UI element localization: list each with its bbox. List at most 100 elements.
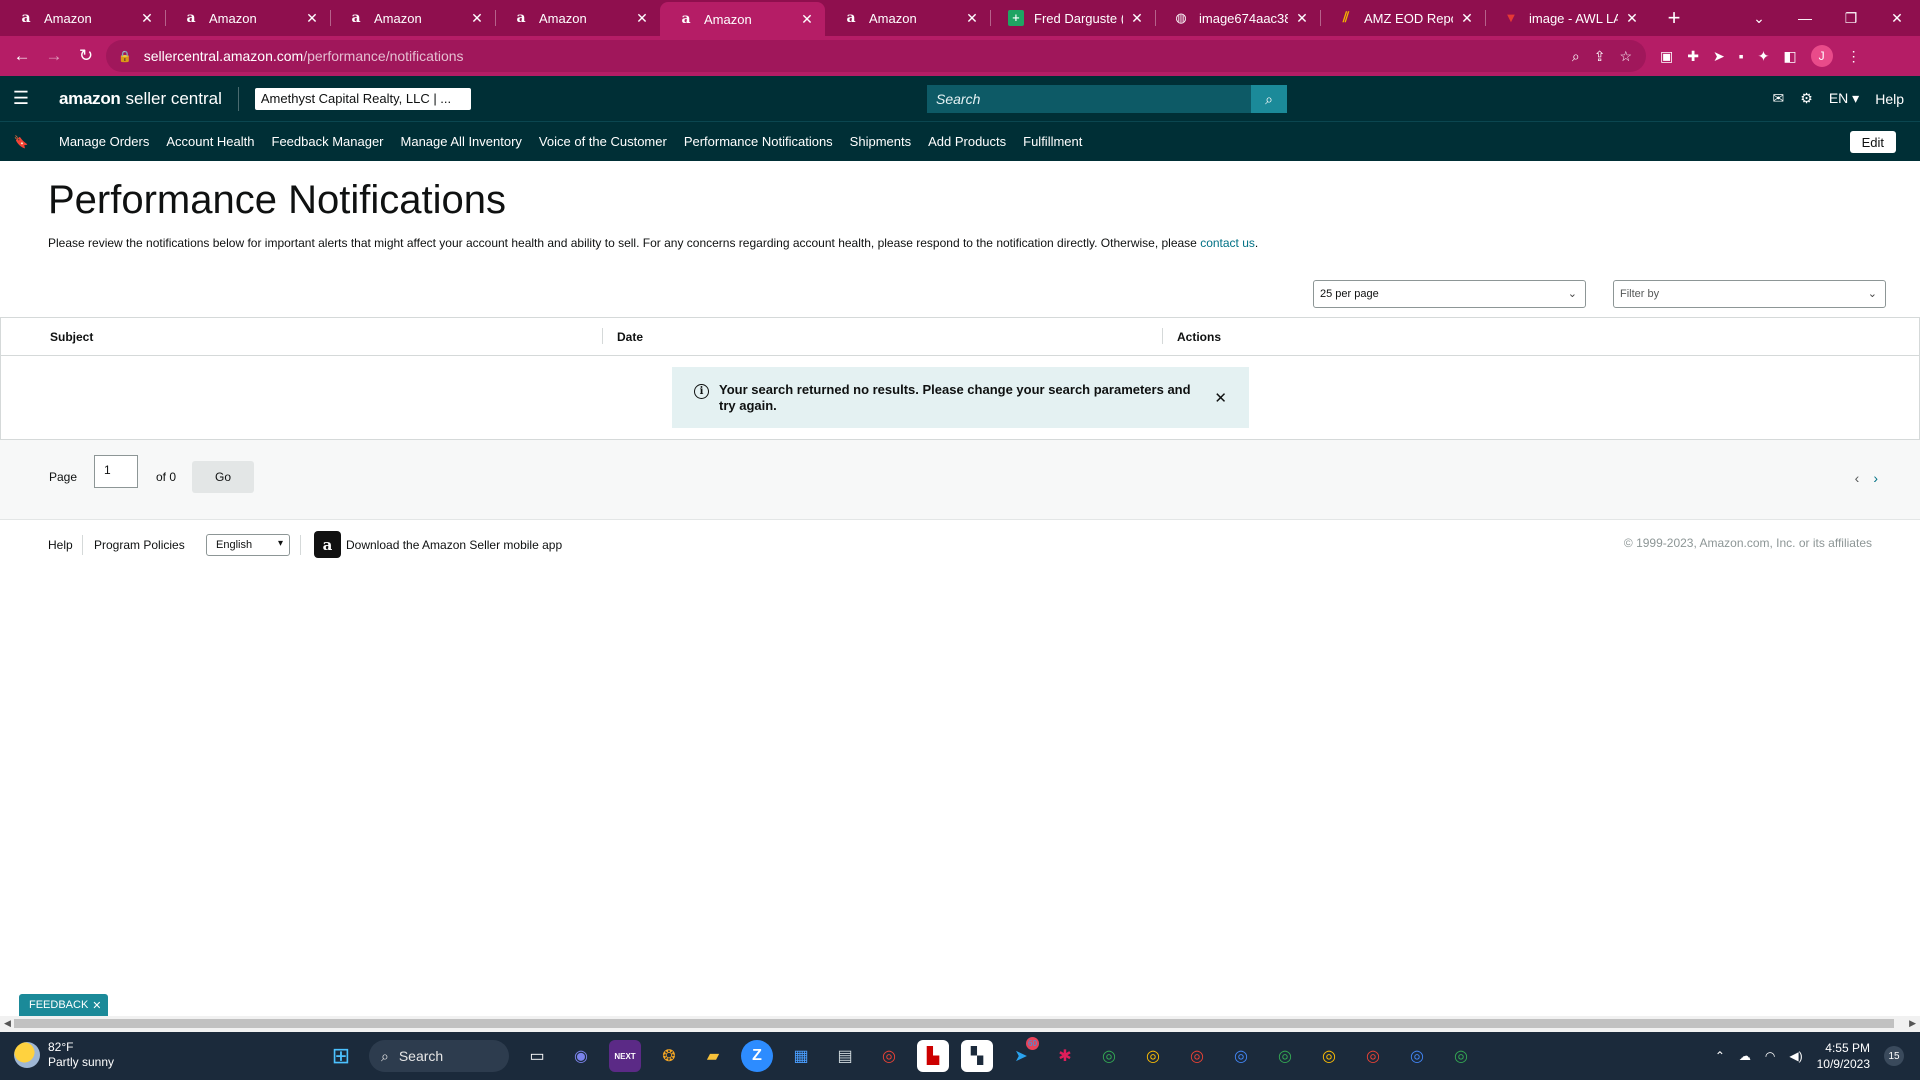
scroll-left-icon[interactable]: ◀ <box>4 1018 11 1029</box>
browser-tab[interactable]: ⫽ AMZ EOD Report ✕ <box>1320 0 1485 36</box>
help-link[interactable]: Help <box>1875 91 1904 107</box>
volume-icon[interactable]: ◀) <box>1789 1049 1802 1063</box>
chrome-icon[interactable]: ◎ <box>1093 1040 1125 1072</box>
slack-icon[interactable]: ✱ <box>1049 1040 1081 1072</box>
contact-us-link[interactable]: contact us <box>1200 236 1255 250</box>
close-icon[interactable]: ✕ <box>1129 10 1145 27</box>
nav-account-health[interactable]: Account Health <box>166 134 254 149</box>
previous-page-icon[interactable]: ‹ <box>1855 470 1860 486</box>
reload-icon[interactable]: ↻ <box>70 46 102 66</box>
new-tab-button[interactable]: + <box>1656 0 1692 36</box>
per-page-select[interactable]: 25 per page ⌄ <box>1313 280 1586 308</box>
hamburger-menu-icon[interactable]: ☰ <box>1 88 41 109</box>
calculator-icon[interactable]: ▤ <box>829 1040 861 1072</box>
browser-tab[interactable]: ◍ image674aac3842 ✕ <box>1155 0 1320 36</box>
seller-central-logo[interactable]: amazon seller central <box>59 89 222 109</box>
dismiss-alert-icon[interactable]: ✕ <box>1214 389 1227 407</box>
app-icon[interactable]: ❂ <box>653 1040 685 1072</box>
task-view-icon[interactable]: ▭ <box>521 1040 553 1072</box>
extensions-puzzle-icon[interactable]: ✦ <box>1758 48 1770 65</box>
browser-menu-icon[interactable]: ⋮ <box>1847 48 1861 65</box>
browser-tab[interactable]: a Amazon ✕ <box>330 0 495 36</box>
zoom-app-icon[interactable]: Z <box>741 1040 773 1072</box>
extension-icon[interactable]: ▪ <box>1739 48 1744 64</box>
nav-add-products[interactable]: Add Products <box>928 134 1006 149</box>
language-selector[interactable]: EN ▾ <box>1829 90 1859 107</box>
extension-icon[interactable]: ➤ <box>1713 48 1725 65</box>
gear-icon[interactable]: ⚙ <box>1800 90 1813 107</box>
side-panel-icon[interactable]: ◧ <box>1783 48 1796 65</box>
nav-feedback-manager[interactable]: Feedback Manager <box>272 134 384 149</box>
meet-icon[interactable]: ◉ <box>565 1040 597 1072</box>
chrome-icon[interactable]: ◎ <box>1269 1040 1301 1072</box>
close-icon[interactable]: ✕ <box>634 10 650 27</box>
browser-tab[interactable]: a Amazon ✕ <box>495 0 660 36</box>
program-policies-link[interactable]: Program Policies <box>94 538 185 552</box>
chrome-icon[interactable]: ◎ <box>1313 1040 1345 1072</box>
nav-manage-orders[interactable]: Manage Orders <box>59 134 149 149</box>
close-icon[interactable]: ✕ <box>964 10 980 27</box>
chrome-icon[interactable]: ◎ <box>1357 1040 1389 1072</box>
zoom-icon[interactable]: ⌕ <box>1572 48 1580 65</box>
search-button[interactable]: ⌕ <box>1251 85 1287 113</box>
nav-fulfillment[interactable]: Fulfillment <box>1023 134 1082 149</box>
download-app-link[interactable]: Download the Amazon Seller mobile app <box>346 538 562 552</box>
bookmark-icon[interactable]: 🔖 <box>0 135 42 149</box>
notification-count[interactable]: 15 <box>1884 1046 1904 1066</box>
column-subject[interactable]: Subject <box>50 330 93 344</box>
extension-icon[interactable]: ✚ <box>1687 48 1699 65</box>
next-page-icon[interactable]: › <box>1873 470 1878 486</box>
close-icon[interactable]: ✕ <box>1294 10 1310 27</box>
weather-widget[interactable]: 82°F Partly sunny <box>14 1040 114 1070</box>
nav-performance-notifications[interactable]: Performance Notifications <box>684 134 833 149</box>
tab-search-chevron-icon[interactable]: ⌄ <box>1736 10 1782 27</box>
close-icon[interactable]: ✕ <box>92 999 101 1012</box>
share-icon[interactable]: ⇪ <box>1594 48 1606 65</box>
mail-icon[interactable]: ✉ <box>1773 90 1785 107</box>
app-icon[interactable]: ▙ <box>917 1040 949 1072</box>
minimize-icon[interactable]: — <box>1782 10 1828 26</box>
browser-tab[interactable]: + Fred Darguste (NE ✕ <box>990 0 1155 36</box>
chrome-icon[interactable]: ◎ <box>1181 1040 1213 1072</box>
close-icon[interactable]: ✕ <box>799 11 815 28</box>
back-icon[interactable]: ← <box>6 46 38 66</box>
edit-nav-button[interactable]: Edit <box>1849 131 1896 153</box>
close-icon[interactable]: ✕ <box>1624 10 1640 27</box>
calendar-icon[interactable]: ▦ <box>785 1040 817 1072</box>
browser-tab[interactable]: a Amazon ✕ <box>825 0 990 36</box>
taskbar-search[interactable]: ⌕ Search <box>369 1040 509 1072</box>
file-explorer-icon[interactable]: ▰ <box>697 1040 729 1072</box>
wifi-icon[interactable]: ◠ <box>1765 1049 1775 1063</box>
browser-tab-active[interactable]: a Amazon ✕ <box>660 2 825 36</box>
browser-tab[interactable]: ▼ image - AWL LABE ✕ <box>1485 0 1650 36</box>
restore-icon[interactable]: ❐ <box>1828 10 1874 27</box>
profile-avatar[interactable]: J <box>1810 45 1833 67</box>
window-close-icon[interactable]: ✕ <box>1874 10 1920 27</box>
chrome-icon[interactable]: ◎ <box>1445 1040 1477 1072</box>
amazon-app-icon[interactable]: a <box>314 531 341 558</box>
scrollbar-thumb[interactable] <box>14 1019 1894 1028</box>
horizontal-scrollbar[interactable]: ◀ ▶ <box>0 1016 1920 1032</box>
nav-shipments[interactable]: Shipments <box>850 134 911 149</box>
scroll-right-icon[interactable]: ▶ <box>1909 1018 1916 1029</box>
browser-tab[interactable]: a Amazon ✕ <box>165 0 330 36</box>
bookmark-star-icon[interactable]: ☆ <box>1619 48 1632 65</box>
chrome-icon[interactable]: ◎ <box>1137 1040 1169 1072</box>
browser-tab[interactable]: a Amazon ✕ <box>0 0 165 36</box>
chrome-icon[interactable]: ◎ <box>873 1040 905 1072</box>
show-hidden-icons-icon[interactable]: ⌃ <box>1715 1049 1725 1063</box>
feedback-button[interactable]: FEEDBACK ✕ <box>19 994 108 1016</box>
chrome-icon[interactable]: ◎ <box>1401 1040 1433 1072</box>
footer-help-link[interactable]: Help <box>48 538 73 552</box>
account-switcher[interactable]: Amethyst Capital Realty, LLC | ... <box>254 87 471 110</box>
nav-manage-all-inventory[interactable]: Manage All Inventory <box>401 134 522 149</box>
column-date[interactable]: Date <box>617 330 643 344</box>
onedrive-icon[interactable]: ☁ <box>1739 1049 1751 1063</box>
footer-language-select[interactable]: English ▾ <box>206 534 290 556</box>
nav-voice-of-the-customer[interactable]: Voice of the Customer <box>539 134 667 149</box>
app-icon[interactable]: ▚ <box>961 1040 993 1072</box>
close-icon[interactable]: ✕ <box>1459 10 1475 27</box>
address-bar[interactable]: 🔒 sellercentral.amazon.com/performance/n… <box>106 40 1646 72</box>
page-number-input[interactable]: 1 <box>94 455 138 488</box>
chrome-icon[interactable]: ◎ <box>1225 1040 1257 1072</box>
